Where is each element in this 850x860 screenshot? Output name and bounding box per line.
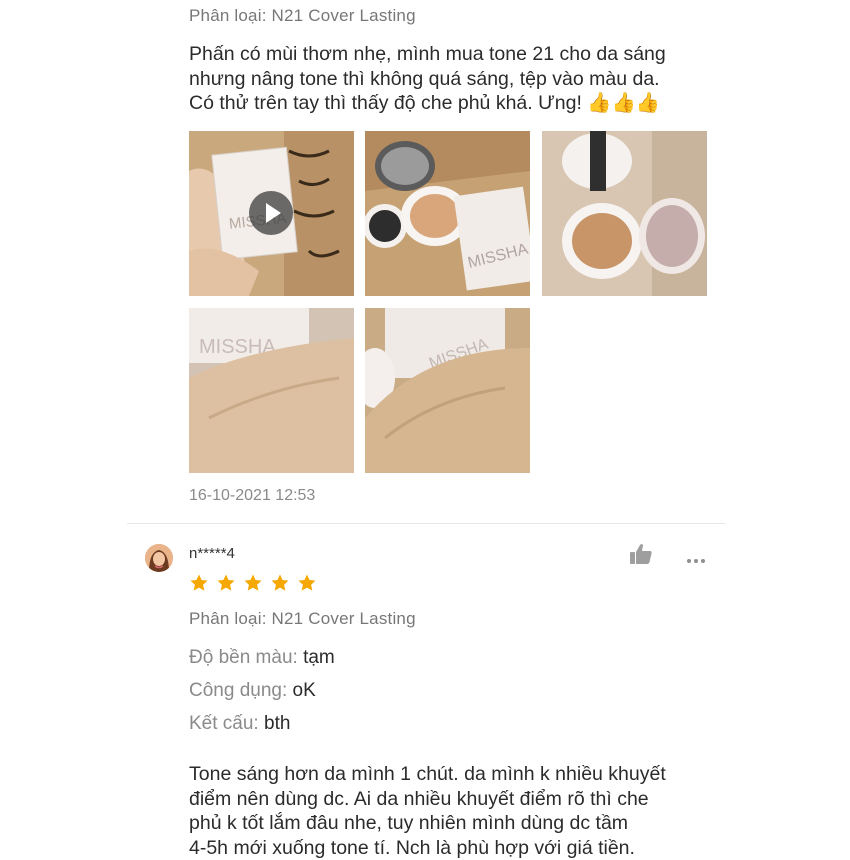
- star-icon: [243, 573, 263, 593]
- attribute-value: oK: [293, 680, 316, 701]
- star-icon: [216, 573, 236, 593]
- star-icon: [297, 573, 317, 593]
- play-icon[interactable]: [249, 191, 293, 235]
- star-icon: [270, 573, 290, 593]
- review-text: Tone sáng hơn da mình 1 chút. da mình k …: [189, 762, 749, 860]
- review-text-line: nhưng nâng tone thì không quá sáng, tệp …: [189, 67, 749, 92]
- review-text-line: phủ k tốt lắm đâu nhe, tuy nhiên mình dù…: [189, 811, 749, 836]
- attribute-row: Kết cấu: bth: [189, 713, 290, 735]
- attribute-label: Công dụng:: [189, 680, 293, 701]
- star-icon: [189, 573, 209, 593]
- avatar[interactable]: [145, 544, 173, 572]
- review-video-thumbnail[interactable]: MISSHA: [189, 131, 354, 296]
- review-image-thumbnail[interactable]: MISSHA: [189, 308, 354, 473]
- attribute-value: tạm: [303, 647, 335, 668]
- rating-stars: [189, 573, 319, 598]
- thumbs-up-icon[interactable]: [629, 543, 653, 565]
- attribute-label: Độ bền màu:: [189, 647, 303, 668]
- more-dots-icon[interactable]: [686, 551, 706, 557]
- review-text-line: điểm nên dùng dc. Ai da nhiều khuyết điể…: [189, 787, 749, 812]
- review-image-thumbnail[interactable]: [542, 131, 707, 296]
- review-timestamp: 16-10-2021 12:53: [189, 487, 315, 505]
- attribute-row: Độ bền màu: tạm: [189, 647, 335, 669]
- review-text-line: Có thử trên tay thì thấy độ che phủ khá.…: [189, 91, 749, 116]
- reviewer-username: n*****4: [189, 545, 235, 562]
- attribute-label: Kết cấu:: [189, 713, 264, 734]
- variant-label: Phân loại: N21 Cover Lasting: [189, 609, 416, 629]
- review-divider: [127, 523, 725, 524]
- review-image-thumbnail[interactable]: MISSHA: [365, 131, 530, 296]
- variant-label: Phân loại: N21 Cover Lasting: [189, 6, 416, 26]
- review-image-thumbnail[interactable]: MISSHA: [365, 308, 530, 473]
- review-text-line: Phấn có mùi thơm nhẹ, mình mua tone 21 c…: [189, 42, 749, 67]
- review-text-line: Tone sáng hơn da mình 1 chút. da mình k …: [189, 762, 749, 787]
- attribute-value: bth: [264, 713, 290, 734]
- review-text-line: 4-5h mới xuống tone tí. Nch là phù hợp v…: [189, 836, 749, 860]
- review-text: Phấn có mùi thơm nhẹ, mình mua tone 21 c…: [189, 42, 749, 116]
- attribute-row: Công dụng: oK: [189, 680, 316, 702]
